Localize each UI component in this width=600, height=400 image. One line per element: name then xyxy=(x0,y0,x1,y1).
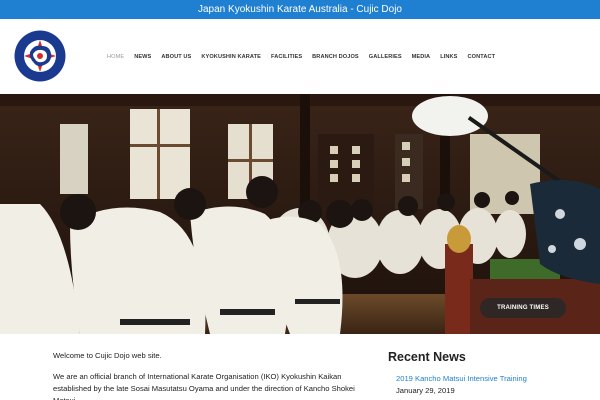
site-header: HOME NEWS ABOUT US KYOKUSHIN KARATE FACI… xyxy=(0,19,600,94)
welcome-text: Welcome to Cujic Dojo web site. xyxy=(53,351,162,360)
intro-paragraph: We are an official branch of Internation… xyxy=(53,372,355,400)
nav-item-kyokushin-karate[interactable]: KYOKUSHIN KARATE xyxy=(196,54,266,60)
nav-item-about-us[interactable]: ABOUT US xyxy=(156,54,196,60)
nav-item-media[interactable]: MEDIA xyxy=(407,54,436,60)
training-times-button[interactable]: TRAINING TIMES xyxy=(480,298,566,318)
top-banner-text: Japan Kyokushin Karate Australia - Cujic… xyxy=(198,4,402,15)
nav-item-home[interactable]: HOME xyxy=(102,54,129,60)
nav-item-news[interactable]: NEWS xyxy=(129,54,156,60)
nav-item-links[interactable]: LINKS xyxy=(435,54,462,60)
logo-emblem-icon xyxy=(14,30,66,82)
nav-item-branch-dojos[interactable]: BRANCH DOJOS xyxy=(307,54,364,60)
main-nav: HOME NEWS ABOUT US KYOKUSHIN KARATE FACI… xyxy=(102,19,500,94)
news-item-date: January 29, 2019 xyxy=(396,386,455,395)
nav-item-galleries[interactable]: GALLERIES xyxy=(364,54,407,60)
nav-item-contact[interactable]: CONTACT xyxy=(462,54,500,60)
top-banner: Japan Kyokushin Karate Australia - Cujic… xyxy=(0,0,600,19)
main-content: Welcome to Cujic Dojo web site. We are a… xyxy=(0,334,600,400)
site-logo[interactable] xyxy=(14,30,66,82)
recent-news-heading: Recent News xyxy=(388,350,466,364)
nav-item-facilities[interactable]: FACILITIES xyxy=(266,54,307,60)
news-item-link[interactable]: 2019 Kancho Matsui Intensive Training xyxy=(396,374,527,383)
